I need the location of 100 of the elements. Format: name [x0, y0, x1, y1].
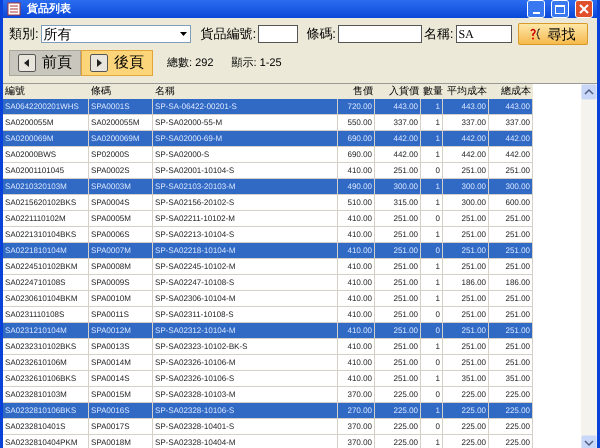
- table-cell: SP-SA02218-10104-M: [153, 243, 338, 258]
- scroll-up-icon: [581, 84, 597, 100]
- table-row[interactable]: SA0221110102M SPA0005M SP-SA02211-10102-M 410.00 251.00 0 251.00 251.00: [3, 211, 533, 227]
- table-row[interactable]: SA0200069M SA0200069M SP-SA02000-69-M 690.00 442.00 1 442.00 442.00: [3, 131, 533, 147]
- table-row[interactable]: SA0642200201WHS SPA0001S SP-SA-06422-00201-S 720.00 443.00 1 443.00 443.00: [3, 99, 533, 115]
- table-row[interactable]: SA0232610106BKS SPA0014S SP-SA02326-10106-S 410.00 251.00 1 351.00 351.00: [3, 371, 533, 387]
- table-cell: 251.00: [375, 355, 421, 370]
- table-cell: 1: [421, 131, 443, 146]
- table-cell: SA0221110102M: [3, 211, 89, 226]
- column-header[interactable]: 名稱: [153, 84, 338, 99]
- table-row[interactable]: SA0232810106BKS SPA0016S SP-SA02328-10106-S 270.00 225.00 1 225.00 225.00: [3, 403, 533, 419]
- column-header[interactable]: 平均成本: [443, 84, 489, 99]
- table-cell: 410.00: [338, 371, 375, 386]
- table-cell: 251.00: [489, 323, 533, 338]
- table-cell: 251.00: [489, 163, 533, 178]
- column-header[interactable]: 總成本: [489, 84, 533, 99]
- minimize-button[interactable]: [527, 0, 545, 18]
- column-header[interactable]: 入貨價: [375, 84, 421, 99]
- table-row[interactable]: SA0215620102BKS SPA0004S SP-SA02156-20102-S 510.00 315.00 1 300.00 600.00: [3, 195, 533, 211]
- table-cell: SPA0002S: [89, 163, 153, 178]
- item-number-field[interactable]: [258, 25, 298, 43]
- previous-page-button[interactable]: 前頁: [9, 50, 81, 76]
- table-cell: SA0215620102BKS: [3, 195, 89, 210]
- table-cell: 251.00: [489, 339, 533, 354]
- table-cell: 186.00: [489, 275, 533, 290]
- table-row[interactable]: SA0224710108S SPA0009S SP-SA02247-10108-S 410.00 251.00 1 186.00 186.00: [3, 275, 533, 291]
- table-cell: SPA0005M: [89, 211, 153, 226]
- table-cell: 0: [421, 163, 443, 178]
- table-row[interactable]: SA0232810103M SPA0015M SP-SA02328-10103-M 370.00 225.00 0 225.00 225.00: [3, 387, 533, 403]
- table-row[interactable]: SA0232810401S SPA0017S SP-SA02328-10401-S 370.00 225.00 0 225.00 225.00: [3, 419, 533, 435]
- table-cell: 410.00: [338, 355, 375, 370]
- table-cell: 1: [421, 275, 443, 290]
- table-row[interactable]: SA02000BWS SP02000S SP-SA02000-S 690.00 442.00 1 442.00 442.00: [3, 147, 533, 163]
- table-cell: SPA0010M: [89, 291, 153, 306]
- table-cell: 251.00: [489, 227, 533, 242]
- table-cell: 410.00: [338, 339, 375, 354]
- table-cell: SA0231110108S: [3, 307, 89, 322]
- category-dropdown[interactable]: 所有: [40, 25, 191, 43]
- table-cell: 251.00: [443, 259, 489, 274]
- barcode-field[interactable]: [338, 25, 422, 43]
- table-cell: SA0200055M: [3, 115, 89, 130]
- table-cell: SPA0016S: [89, 403, 153, 418]
- column-header[interactable]: 編號: [3, 84, 89, 99]
- table-cell: 300.00: [489, 179, 533, 194]
- column-header[interactable]: 數量: [421, 84, 443, 99]
- table-cell: SA0221810104M: [3, 243, 89, 258]
- column-header[interactable]: 條碼: [89, 84, 153, 99]
- table-cell: SA02000BWS: [3, 147, 89, 162]
- table-cell: 251.00: [489, 259, 533, 274]
- table-cell: 251.00: [443, 323, 489, 338]
- table-cell: 351.00: [489, 371, 533, 386]
- table-cell: 251.00: [375, 275, 421, 290]
- table-row[interactable]: SA0210320103M SPA0003M SP-SA02103-20103-M 490.00 300.00 1 300.00 300.00: [3, 179, 533, 195]
- table-row[interactable]: SA0230610104BKM SPA0010M SP-SA02306-10104-M 410.00 251.00 1 251.00 251.00: [3, 291, 533, 307]
- table-cell: 443.00: [489, 99, 533, 114]
- table-row[interactable]: SA0232810404PKM SPA0018M SP-SA02328-10404-M 370.00 225.00 1 225.00 225.00: [3, 435, 533, 448]
- table-row[interactable]: SA0232610106M SPA0014M SP-SA02326-10106-M 410.00 251.00 0 251.00 251.00: [3, 355, 533, 371]
- table-cell: 251.00: [443, 355, 489, 370]
- table-cell: SP-SA02103-20103-M: [153, 179, 338, 194]
- table-cell: SPA0017S: [89, 419, 153, 434]
- column-header[interactable]: 售價: [338, 84, 375, 99]
- table-cell: 600.00: [489, 195, 533, 210]
- close-button[interactable]: [575, 0, 593, 18]
- name-field[interactable]: SA: [456, 25, 512, 43]
- table-cell: 251.00: [489, 291, 533, 306]
- barcode-label: 條碼:: [306, 25, 336, 44]
- table-row[interactable]: SA0231210104M SPA0012M SP-SA02312-10104-M 410.00 251.00 0 251.00 251.00: [3, 323, 533, 339]
- table-cell: 1: [421, 147, 443, 162]
- table-row[interactable]: SA02001101045 SPA0002S SP-SA02001-10104-S 410.00 251.00 0 251.00 251.00: [3, 163, 533, 179]
- search-button[interactable]: 尋找: [518, 23, 588, 45]
- table-row[interactable]: SA0224510102BKM SPA0008M SP-SA02245-10102-M 410.00 251.00 1 251.00 251.00: [3, 259, 533, 275]
- table-cell: 510.00: [338, 195, 375, 210]
- table-row[interactable]: SA0221810104M SPA0007M SP-SA02218-10104-M 410.00 251.00 0 251.00 251.00: [3, 243, 533, 259]
- table-cell: 225.00: [489, 387, 533, 402]
- table-row[interactable]: SA0221310104BKS SPA0006S SP-SA02213-10104-S 410.00 251.00 1 251.00 251.00: [3, 227, 533, 243]
- table-cell: 370.00: [338, 419, 375, 434]
- table-cell: 410.00: [338, 275, 375, 290]
- maximize-button[interactable]: [551, 0, 569, 18]
- table-cell: SA0200069M: [89, 131, 153, 146]
- table-cell: 225.00: [375, 387, 421, 402]
- table-cell: SP-SA02326-10106-M: [153, 355, 338, 370]
- table-cell: SPA0006S: [89, 227, 153, 242]
- table-cell: SP-SA02328-10401-S: [153, 419, 338, 434]
- total-count: 總數: 292: [167, 56, 214, 71]
- table-row[interactable]: SA0231110108S SPA0011S SP-SA02311-10108-S 410.00 251.00 0 251.00 251.00: [3, 307, 533, 323]
- table-cell: 410.00: [338, 243, 375, 258]
- table-cell: SP-SA02328-10103-M: [153, 387, 338, 402]
- table-cell: SPA0014S: [89, 371, 153, 386]
- table-cell: 1: [421, 195, 443, 210]
- next-page-button[interactable]: 後頁: [81, 50, 153, 76]
- table-cell: 1: [421, 291, 443, 306]
- scroll-down-icon: [581, 435, 597, 448]
- table-row[interactable]: SA0232310102BKS SPA0013S SP-SA02323-10102-BK-S 410.00 251.00 1 251.00 251.00: [3, 339, 533, 355]
- table-cell: 1: [421, 435, 443, 448]
- table-cell: 0: [421, 323, 443, 338]
- table-row[interactable]: SA0200055M SA0200055M SP-SA02000-55-M 550.00 337.00 1 337.00 337.00: [3, 115, 533, 131]
- vertical-scrollbar[interactable]: [581, 84, 597, 448]
- table-cell: 410.00: [338, 211, 375, 226]
- table-cell: 251.00: [375, 163, 421, 178]
- table-cell: 443.00: [443, 99, 489, 114]
